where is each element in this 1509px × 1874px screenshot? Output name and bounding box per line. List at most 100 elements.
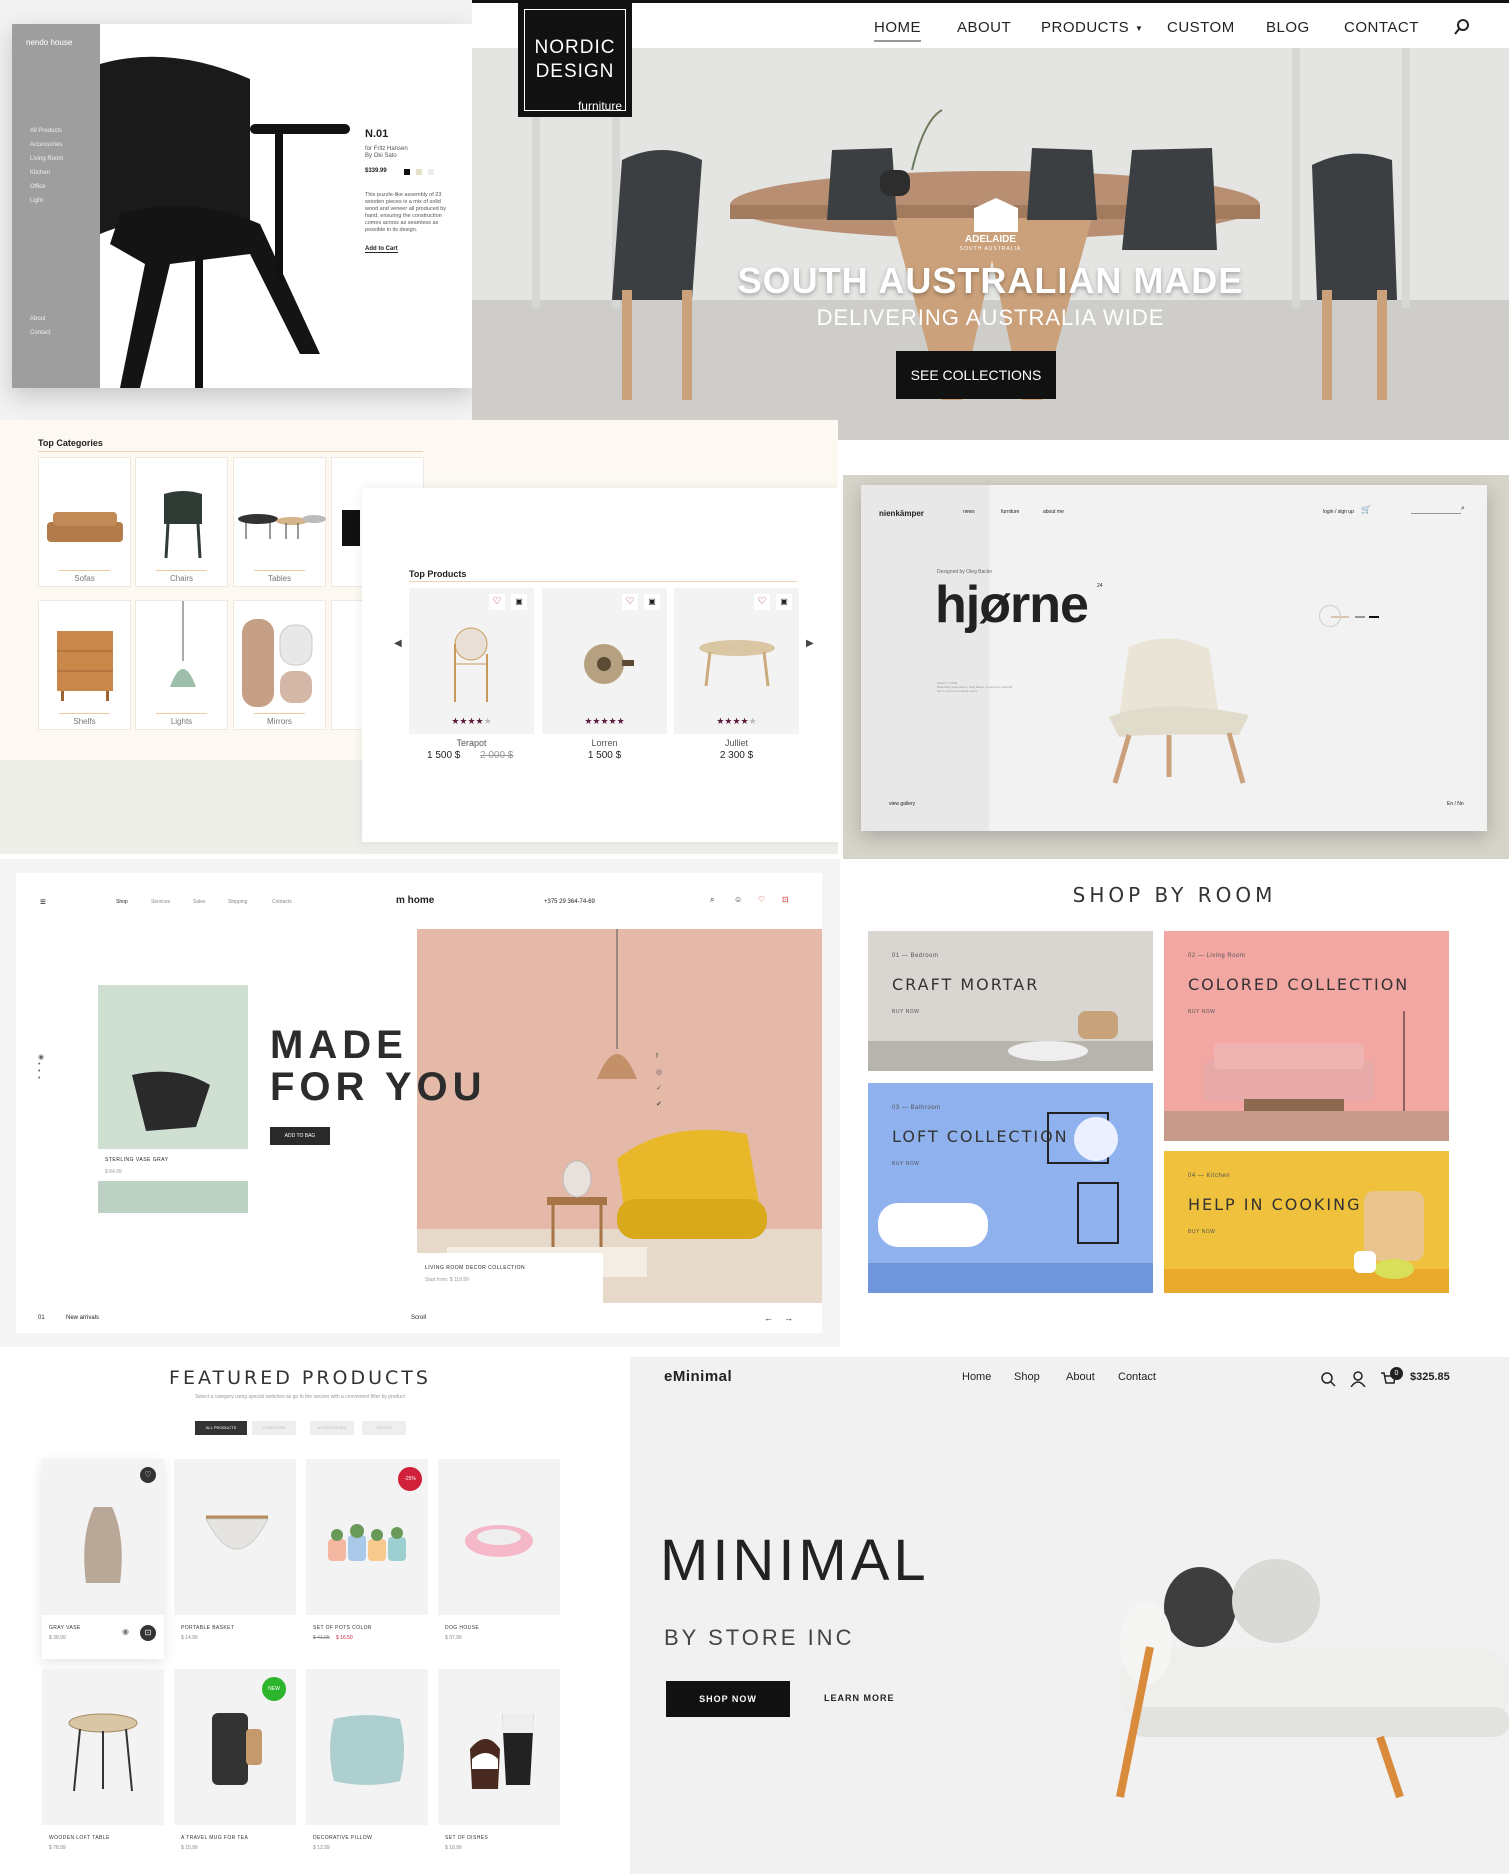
chevron-down-icon[interactable]: ▼: [1135, 24, 1143, 33]
category-card[interactable]: Chairs: [135, 457, 228, 587]
add-to-bag-button[interactable]: ADD TO BAG: [270, 1127, 330, 1145]
heart-icon[interactable]: ♡: [622, 594, 638, 610]
heart-icon[interactable]: ♡: [140, 1467, 156, 1483]
new-arrivals-link[interactable]: New arrivals: [66, 1315, 99, 1321]
color-swatch-white[interactable]: [428, 169, 434, 175]
nav-link[interactable]: About: [1066, 1371, 1095, 1383]
product-card[interactable]: [306, 1669, 428, 1825]
color-swatch-black[interactable]: [404, 169, 410, 175]
nav-link[interactable]: about me: [1043, 509, 1064, 515]
chevron-left-icon[interactable]: ◀: [394, 638, 402, 649]
collection-card[interactable]: LIVING ROOM DECOR COLLECTION Start from:…: [417, 1253, 603, 1303]
product-card[interactable]: NEW: [174, 1669, 296, 1825]
view-gallery-link[interactable]: view gallery: [889, 801, 915, 807]
nendo-menu-item[interactable]: Living Room: [30, 156, 63, 162]
cart-icon[interactable]: 🛒: [1361, 505, 1371, 514]
nav-about[interactable]: ABOUT: [957, 19, 1011, 36]
category-card[interactable]: Sofas: [38, 457, 131, 587]
product-card[interactable]: [174, 1459, 296, 1615]
room-card[interactable]: 03 — Bathroom LOFT COLLECTION BUY NOW: [868, 1083, 1153, 1293]
nav-link[interactable]: Home: [962, 1371, 991, 1383]
add-to-cart-link[interactable]: Add to Cart: [365, 246, 398, 253]
nav-blog[interactable]: BLOG: [1266, 19, 1310, 36]
hjorne-brand[interactable]: nienkämper: [879, 509, 924, 518]
cart-icon[interactable]: ⊡: [782, 895, 789, 904]
nendo-menu-item[interactable]: Accessories: [30, 142, 62, 148]
shop-now-button[interactable]: SHOP NOW: [666, 1681, 790, 1717]
product-card[interactable]: ♡ ▣ ★★★★★: [542, 588, 667, 734]
product-card[interactable]: -25%: [306, 1459, 428, 1615]
category-card[interactable]: Lights: [135, 600, 228, 730]
search-icon[interactable]: ⌕: [1461, 505, 1465, 513]
slider-dots[interactable]: ◉ • • •: [38, 1053, 44, 1082]
heart-icon[interactable]: ♡: [754, 594, 770, 610]
filter-tab-active[interactable]: ALL PRODUCTS: [195, 1421, 247, 1435]
search-icon[interactable]: [1320, 1371, 1336, 1387]
nav-contact[interactable]: CONTACT: [1344, 19, 1419, 36]
nendo-menu-item[interactable]: Office: [30, 184, 46, 190]
nav-home[interactable]: HOME: [874, 19, 921, 42]
buy-now-link[interactable]: BUY NOW: [1188, 1009, 1215, 1015]
heart-icon[interactable]: ♡: [758, 895, 765, 904]
bag-icon[interactable]: ▣: [511, 594, 527, 610]
product-card[interactable]: ♡ GRAY VASE $ 38.99 ◉ ⊡: [42, 1459, 164, 1659]
social-icons[interactable]: f ◎ ✓ ✔: [656, 1049, 662, 1113]
buy-now-link[interactable]: BUY NOW: [892, 1009, 919, 1015]
search-input[interactable]: [1411, 513, 1461, 514]
nav-link[interactable]: Shop: [1014, 1371, 1040, 1383]
eminimal-brand[interactable]: eMinimal: [664, 1368, 732, 1385]
nav-products[interactable]: PRODUCTS: [1041, 19, 1129, 36]
scroll-hint[interactable]: Scroll: [411, 1315, 426, 1321]
account-link[interactable]: login / sign up: [1323, 509, 1354, 515]
product-card[interactable]: ♡ ▣ ★★★★★: [409, 588, 534, 734]
nendo-menu-item[interactable]: All Products: [30, 128, 62, 134]
category-card[interactable]: Tables: [233, 457, 326, 587]
product-card[interactable]: [438, 1669, 560, 1825]
heart-icon[interactable]: ♡: [489, 594, 505, 610]
learn-more-link[interactable]: LEARN MORE: [824, 1693, 895, 1703]
room-card[interactable]: 04 — Kitchen HELP IN COOKING BUY NOW: [1164, 1151, 1449, 1293]
user-icon[interactable]: ☺: [734, 895, 742, 904]
myhome-logo[interactable]: m home: [396, 895, 434, 906]
nav-link[interactable]: Contact: [1118, 1371, 1156, 1383]
search-icon[interactable]: [1454, 19, 1470, 35]
chevron-right-icon[interactable]: ▶: [806, 638, 814, 649]
arrow-left-icon[interactable]: ←: [764, 1313, 773, 1323]
arrow-right-icon[interactable]: →: [784, 1313, 793, 1323]
nav-link[interactable]: Shipping: [228, 899, 247, 905]
nav-link[interactable]: Services: [151, 899, 170, 905]
nendo-menu-item[interactable]: Light: [30, 198, 43, 204]
nav-link[interactable]: Shop: [116, 899, 128, 905]
bag-icon[interactable]: ▣: [644, 594, 660, 610]
product-card[interactable]: ♡ ▣ ★★★★★: [674, 588, 799, 734]
nendo-footer-link[interactable]: Contact: [30, 330, 51, 336]
room-card[interactable]: 01 — Bedroom CRAFT MORTAR BUY NOW: [868, 931, 1153, 1071]
category-card[interactable]: Mirrors: [233, 600, 326, 730]
see-collections-button[interactable]: SEE COLLECTIONS: [896, 351, 1056, 399]
buy-now-link[interactable]: BUY NOW: [892, 1161, 919, 1167]
filter-tab[interactable]: TEXTILE: [362, 1421, 406, 1435]
buy-now-link[interactable]: BUY NOW: [1188, 1229, 1215, 1235]
color-swatch-beige[interactable]: [416, 169, 422, 175]
nav-custom[interactable]: CUSTOM: [1167, 19, 1235, 36]
bag-icon[interactable]: ▣: [776, 594, 792, 610]
nendo-footer-link[interactable]: About: [30, 316, 46, 322]
bag-icon[interactable]: ⊡: [140, 1625, 156, 1641]
nav-link[interactable]: Contacts: [272, 899, 292, 905]
product-card[interactable]: [42, 1669, 164, 1825]
eye-icon[interactable]: ◉: [122, 1627, 129, 1636]
nendo-brand[interactable]: nendo house: [26, 38, 72, 47]
search-icon[interactable]: ⌕: [710, 895, 714, 905]
filter-tab[interactable]: FURNITURE: [252, 1421, 296, 1435]
room-card[interactable]: 02 — Living Room COLORED COLLECTION BUY …: [1164, 931, 1449, 1141]
product-card[interactable]: [438, 1459, 560, 1615]
nav-link[interactable]: Sales: [193, 899, 206, 905]
user-icon[interactable]: [1350, 1371, 1366, 1387]
language-switcher[interactable]: En / No: [1447, 801, 1464, 807]
filter-tab[interactable]: ACCESSORIES: [310, 1421, 354, 1435]
nav-link[interactable]: furniture: [1001, 509, 1019, 515]
nordic-design-logo[interactable]: NORDIC DESIGN furniture: [518, 3, 632, 117]
nav-link[interactable]: news: [963, 509, 975, 515]
category-card[interactable]: Shelfs: [38, 600, 131, 730]
menu-icon[interactable]: ≡: [40, 897, 46, 908]
